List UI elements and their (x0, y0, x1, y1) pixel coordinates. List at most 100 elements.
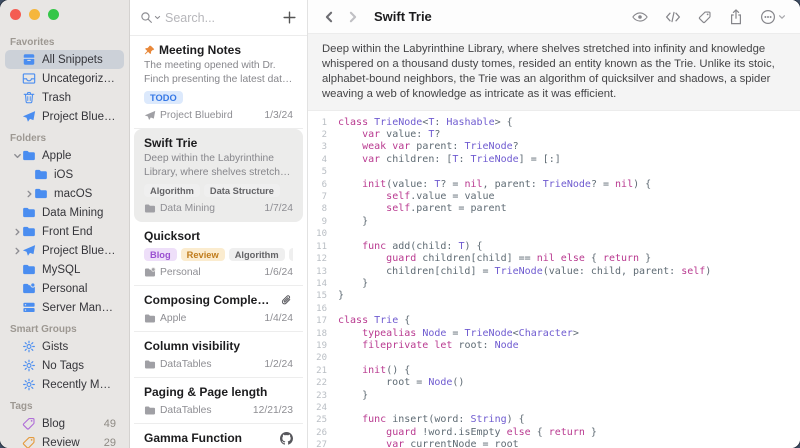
snippet-date: 12/21/23 (253, 405, 293, 416)
sidebar-item-data-mining[interactable]: Data Mining (5, 203, 124, 222)
sidebar-item-label: Project Bluebird (42, 111, 116, 123)
list-item-gamma-function[interactable]: Gamma FunctionBlogMathWIPPersonal12/18/2… (134, 424, 303, 448)
code-brackets-icon[interactable] (665, 9, 681, 25)
list-item-paging-page-length[interactable]: Paging & Page lengthDataTables12/21/23 (134, 378, 303, 424)
list-item-composing-complex-interfaces[interactable]: Composing Complex InterfacesApple1/4/24 (134, 286, 303, 332)
snippet-footer: DataTables12/21/23 (144, 405, 293, 416)
code-line: 2 var value: T? (308, 129, 800, 141)
sidebar-item-personal[interactable]: Personal (5, 279, 124, 298)
sidebar-item-label: All Snippets (42, 54, 116, 66)
tray-icon (22, 72, 36, 85)
code-text: var currentNode = root (338, 439, 519, 448)
snippet-title: Swift Trie (374, 9, 432, 24)
search-bar (130, 0, 307, 36)
line-number: 26 (308, 427, 338, 439)
code-text: self.value = value (338, 191, 495, 203)
pin-icon (144, 45, 155, 56)
sidebar-item-macos[interactable]: macOS (17, 184, 124, 203)
gear-icon (22, 340, 36, 353)
sidebar-item-front-end[interactable]: Front End (5, 222, 124, 241)
server-icon (22, 301, 36, 314)
snippet-title: Column visibility (144, 339, 293, 353)
zoom-button[interactable] (48, 9, 59, 20)
code-text (338, 352, 344, 364)
traffic-lights (10, 9, 59, 20)
snippet-list: Meeting NotesThe meeting opened with Dr.… (130, 36, 307, 448)
snippet-head: Gamma Function (144, 431, 293, 445)
sidebar-item-label: Data Mining (42, 207, 116, 219)
snippet-footer: Project Bluebird1/3/24 (144, 110, 293, 121)
chevron-right-icon (13, 176, 22, 326)
line-number: 20 (308, 352, 338, 364)
code-text: init(value: T? = nil, parent: TrieNode? … (338, 179, 651, 191)
search-input[interactable] (165, 11, 278, 25)
close-button[interactable] (10, 9, 21, 20)
code-text (338, 303, 344, 315)
sidebar-item-server-management[interactable]: Server Management (5, 298, 124, 317)
sidebar-item-mysql[interactable]: MySQL (5, 260, 124, 279)
add-snippet-button[interactable] (282, 10, 297, 25)
code-line: 23 } (308, 390, 800, 402)
line-number: 15 (308, 290, 338, 302)
sidebar-item-project-bluebird[interactable]: Project Bluebird (5, 107, 124, 126)
more-actions-button[interactable] (760, 9, 786, 25)
code-line: 16 (308, 303, 800, 315)
tags-icon[interactable] (698, 9, 712, 25)
sidebar-item-uncategorized[interactable]: Uncategorized (5, 69, 124, 88)
snippet-footer: Apple1/4/24 (144, 313, 293, 324)
tag-badge-algorithm: Algorithm (229, 248, 285, 261)
list-item-quicksort[interactable]: QuicksortBlogReviewAlgorithmSorting+2Per… (134, 222, 303, 286)
tag-count: 49 (100, 418, 116, 430)
detail-toolbar (632, 9, 786, 25)
folder-icon (34, 168, 48, 181)
line-number: 3 (308, 141, 338, 153)
line-number: 13 (308, 266, 338, 278)
sidebar-item-apple[interactable]: Apple (5, 146, 124, 165)
sidebar-item-no-tags[interactable]: No Tags (5, 356, 124, 375)
sidebar-section-title-favorites: Favorites (0, 30, 129, 50)
snippet-title: Quicksort (144, 229, 293, 243)
code-text: typealias Node = TrieNode<Character> (338, 328, 579, 340)
code-line: 5 (308, 166, 800, 178)
paper-plane-icon (22, 244, 36, 257)
sidebar-item-label: Server Management (42, 302, 116, 314)
sidebar-item-label: Review (42, 437, 100, 448)
sidebar-item-label: Blog (42, 418, 100, 430)
sidebar-item-review[interactable]: Review29 (5, 433, 124, 448)
minimize-button[interactable] (29, 9, 40, 20)
sidebar-item-label: No Tags (42, 360, 116, 372)
preview-eye-icon[interactable] (632, 9, 648, 25)
line-number: 1 (308, 117, 338, 129)
snippet-title: Meeting Notes (159, 43, 293, 57)
sidebar-item-blog[interactable]: Blog49 (5, 414, 124, 433)
share-icon[interactable] (729, 9, 743, 25)
sidebar-item-label: Apple (42, 150, 116, 162)
back-button[interactable] (322, 10, 336, 24)
sidebar-item-trash[interactable]: Trash (5, 88, 124, 107)
sidebar-item-recently-modified[interactable]: Recently Modified (5, 375, 124, 394)
sidebar-item-all-snippets[interactable]: All Snippets (5, 50, 124, 69)
sidebar-item-project-bluebird[interactable]: Project Bluebird (5, 241, 124, 260)
list-item-meeting-notes[interactable]: Meeting NotesThe meeting opened with Dr.… (134, 36, 303, 129)
folder-icon (22, 225, 36, 238)
snippet-head: Swift Trie (144, 136, 293, 150)
code-text: var children: [T: TrieNode] = [:] (338, 154, 561, 166)
forward-button[interactable] (346, 10, 360, 24)
search-scope-button[interactable] (140, 11, 161, 24)
code-line: 22 root = Node() (308, 377, 800, 389)
list-item-swift-trie[interactable]: Swift TrieDeep within the Labyrinthine L… (134, 129, 303, 222)
code-line: 9 } (308, 216, 800, 228)
chevron-down-icon (778, 13, 786, 21)
tag-count: 29 (100, 437, 116, 448)
code-text: } (338, 216, 368, 228)
code-text (338, 402, 344, 414)
line-number: 11 (308, 241, 338, 253)
code-line: 20 (308, 352, 800, 364)
sidebar-item-label: iOS (54, 169, 116, 181)
code-text: fileprivate let root: Node (338, 340, 519, 352)
code-text: guard !word.isEmpty else { return } (338, 427, 597, 439)
sidebar-item-gists[interactable]: Gists (5, 337, 124, 356)
snippet-list-pane: Meeting NotesThe meeting opened with Dr.… (130, 0, 308, 448)
list-item-column-visibility[interactable]: Column visibilityDataTables1/2/24 (134, 332, 303, 378)
code-editor[interactable]: 1class TrieNode<T: Hashable> {2 var valu… (308, 111, 800, 448)
